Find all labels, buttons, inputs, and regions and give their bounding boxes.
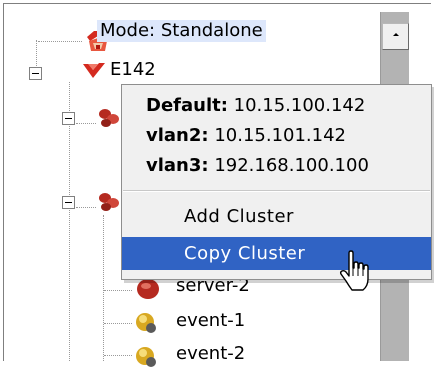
scroll-up-button[interactable] bbox=[382, 23, 409, 50]
tree-node-event-1[interactable]: event-1 bbox=[176, 310, 245, 332]
appliance-icon bbox=[80, 58, 108, 87]
collapse-toggle[interactable] bbox=[62, 112, 75, 125]
tree-connector bbox=[103, 215, 104, 361]
tree-node-event-2[interactable]: event-2 bbox=[176, 343, 245, 365]
server-icon bbox=[135, 276, 161, 307]
menu-separator bbox=[123, 190, 430, 192]
add-cluster-menu-item[interactable]: Add Cluster bbox=[122, 200, 431, 233]
tree-connector bbox=[38, 41, 82, 42]
cluster-icon bbox=[96, 188, 122, 219]
info-row: vlan2: 10.15.101.142 bbox=[146, 125, 347, 146]
context-menu: Default: 10.15.100.142 vlan2: 10.15.101.… bbox=[121, 84, 432, 280]
tree-connector bbox=[104, 323, 132, 324]
tree-node-e142[interactable]: E142 bbox=[110, 59, 156, 81]
interface-info: Default: 10.15.100.142 vlan2: 10.15.101.… bbox=[146, 91, 369, 181]
tree-connector bbox=[104, 355, 132, 356]
tree-connector bbox=[104, 290, 132, 291]
cluster-icon bbox=[96, 104, 122, 135]
info-row: Default: 10.15.100.142 bbox=[146, 95, 366, 116]
collapse-toggle[interactable] bbox=[62, 196, 75, 209]
copy-cluster-menu-item[interactable]: Copy Cluster bbox=[122, 237, 431, 270]
tree-connector bbox=[76, 207, 96, 208]
event-icon bbox=[133, 309, 159, 340]
tree-connector bbox=[76, 123, 96, 124]
event-icon bbox=[133, 343, 159, 374]
hand-cursor-icon bbox=[338, 250, 372, 299]
tree-node-mode[interactable]: Mode: Standalone bbox=[97, 20, 266, 42]
collapse-toggle[interactable] bbox=[29, 67, 42, 80]
info-row: vlan3: 192.168.100.100 bbox=[146, 155, 369, 176]
